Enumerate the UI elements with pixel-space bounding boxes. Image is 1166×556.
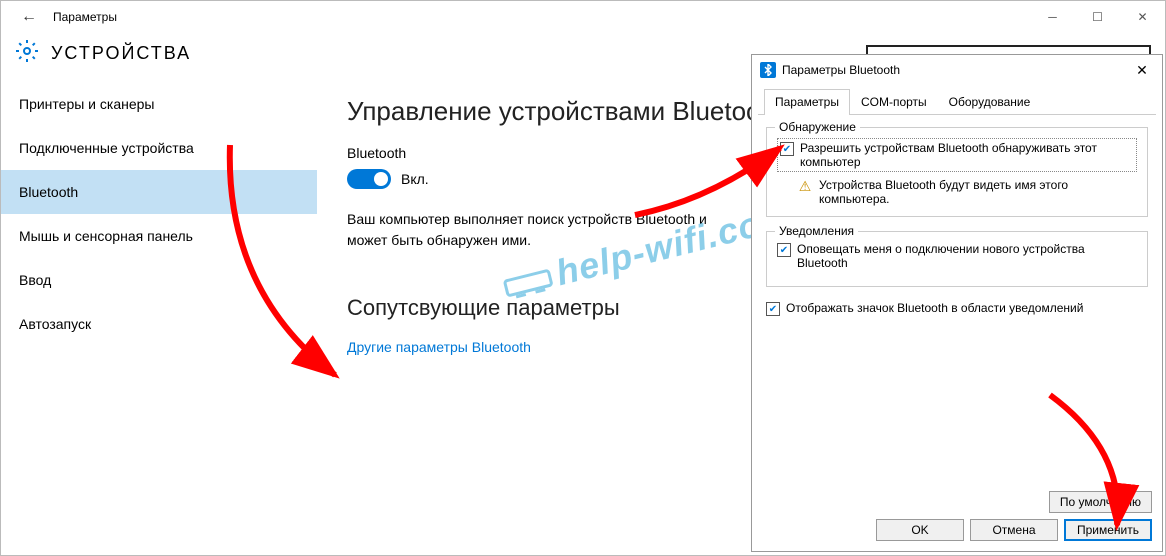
sidebar-item-bluetooth[interactable]: Bluetooth [1,170,317,214]
page-header: УСТРОЙСТВА [51,43,191,64]
status-text: Ваш компьютер выполняет поиск устройств … [347,209,747,251]
dialog-footer: По умолчанию OK Отмена Применить [752,485,1162,551]
sidebar-item-autostart[interactable]: Автозапуск [1,302,317,346]
apply-button[interactable]: Применить [1064,519,1152,541]
notify-checkbox[interactable]: ✔ [777,243,791,257]
showicon-checkbox[interactable]: ✔ [766,302,780,316]
maximize-button[interactable]: ☐ [1075,1,1120,33]
discovery-group: Обнаружение ✔ Разрешить устройствам Blue… [766,127,1148,217]
tab-hardware[interactable]: Оборудование [938,89,1042,114]
sidebar-item-input[interactable]: Ввод [1,258,317,302]
back-button[interactable]: ← [9,1,49,33]
tab-com-ports[interactable]: COM-порты [850,89,938,114]
warning-icon: ⚠ [797,178,813,194]
bluetooth-icon [760,62,776,78]
discovery-checkbox-label: Разрешить устройствам Bluetooth обнаружи… [800,141,1134,169]
ok-button[interactable]: OK [876,519,964,541]
minimize-button[interactable]: ─ [1030,1,1075,33]
notifications-group: Уведомления ✔ Оповещать меня о подключен… [766,231,1148,287]
cancel-button[interactable]: Отмена [970,519,1058,541]
dialog-titlebar: Параметры Bluetooth ✕ [752,55,1162,85]
titlebar: ← Параметры ─ ☐ ✕ [1,1,1165,33]
notifications-label: Уведомления [775,224,858,238]
tab-parameters[interactable]: Параметры [764,89,850,115]
bluetooth-toggle[interactable] [347,169,391,189]
discovery-label: Обнаружение [775,120,860,134]
toggle-state: Вкл. [401,171,429,187]
bluetooth-dialog: Параметры Bluetooth ✕ Параметры COM-порт… [751,54,1163,552]
notify-checkbox-label: Оповещать меня о подключении нового устр… [797,242,1137,270]
discovery-checkbox[interactable]: ✔ [780,142,794,156]
defaults-button[interactable]: По умолчанию [1049,491,1152,513]
sidebar-item-mouse[interactable]: Мышь и сенсорная панель [1,214,317,258]
discovery-warning: Устройства Bluetooth будут видеть имя эт… [819,178,1137,206]
sidebar: Принтеры и сканеры Подключенные устройст… [1,82,317,369]
window-title: Параметры [53,10,117,24]
dialog-tabs: Параметры COM-порты Оборудование [758,85,1156,115]
sidebar-item-connected[interactable]: Подключенные устройства [1,126,317,170]
dialog-title: Параметры Bluetooth [782,63,900,77]
close-button[interactable]: ✕ [1120,1,1165,33]
dialog-body: Обнаружение ✔ Разрешить устройствам Blue… [752,115,1162,485]
sidebar-item-printers[interactable]: Принтеры и сканеры [1,82,317,126]
gear-icon [15,39,39,68]
showicon-checkbox-label: Отображать значок Bluetooth в области ув… [786,301,1083,315]
dialog-close-button[interactable]: ✕ [1122,55,1162,85]
